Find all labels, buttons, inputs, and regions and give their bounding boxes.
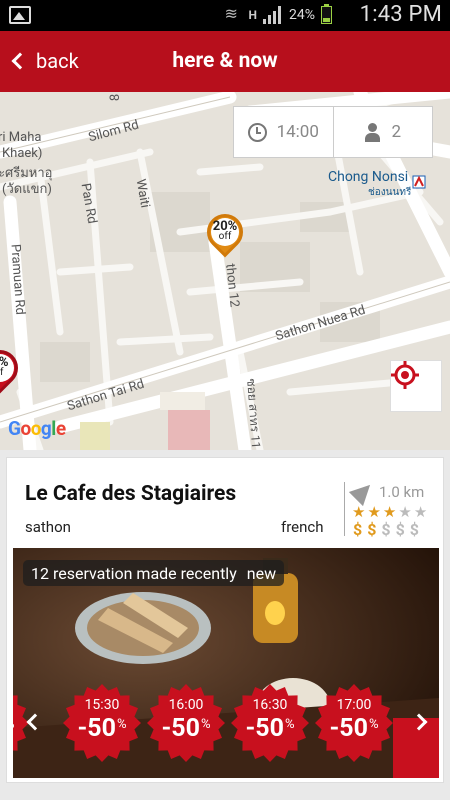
status-bar: H 24% 1:43 PM xyxy=(0,0,450,31)
slot-discount-value: -50 xyxy=(77,714,116,743)
star-filled-icon: ★ xyxy=(367,503,381,521)
time-selector[interactable]: 14:00 xyxy=(234,107,333,157)
reservation-filter: 14:00 2 xyxy=(233,106,433,158)
slot-discount-percent: % xyxy=(201,717,211,732)
gallery-icon xyxy=(9,6,31,24)
rating-stars: ★ ★ ★ ★ ★ xyxy=(352,505,427,520)
map-label-sri-maha-2: Khaek) xyxy=(2,146,43,161)
page-title: here & now xyxy=(172,49,278,73)
clock-icon xyxy=(247,122,267,142)
distance-info: 1.0 km xyxy=(348,477,425,507)
slot-time: 16:30 xyxy=(252,697,288,713)
mute-icon xyxy=(223,4,243,23)
restaurant-card[interactable]: Le Cafe des Stagiaires sathon french 1.0… xyxy=(6,457,444,783)
google-logo: Google xyxy=(8,417,66,440)
battery-percent: 24% xyxy=(289,7,315,23)
slot-discount: -50% xyxy=(231,714,309,743)
star-empty-icon: ★ xyxy=(413,503,428,521)
price-inactive-icon: $ xyxy=(381,520,391,539)
app-header: back here & now xyxy=(0,31,450,92)
slot-time: 17:00 xyxy=(336,697,372,713)
recent-reservations-badge: 12 reservation made recently new xyxy=(23,560,285,586)
price-inactive-icon: $ xyxy=(409,520,419,539)
party-size-selector[interactable]: 2 xyxy=(332,107,433,157)
my-location-button[interactable] xyxy=(390,360,442,412)
slot-time: 15:30 xyxy=(84,697,120,713)
chevron-right-icon xyxy=(410,713,428,731)
restaurant-photo[interactable]: 12 reservation made recently new 00-50%1… xyxy=(13,548,439,778)
map-view[interactable]: 8 Silom Rd ri Maha Khaek) ะศรีมหาอุ (วัด… xyxy=(0,92,450,450)
slot-discount-percent: % xyxy=(285,717,295,732)
slot-discount-value: -50 xyxy=(245,714,284,743)
map-label-chong-nonsi-th: ช่องนนทรี xyxy=(368,187,412,198)
star-filled-icon: ★ xyxy=(352,503,366,521)
slot-discount-value: -50 xyxy=(329,714,368,743)
time-value: 14:00 xyxy=(276,122,319,142)
restaurant-area: sathon xyxy=(25,518,71,536)
price-inactive-icon: $ xyxy=(395,520,405,539)
time-slot-badge[interactable]: 16:00 -50% xyxy=(147,684,225,762)
network-type: H xyxy=(248,7,257,22)
carousel-prev-button[interactable] xyxy=(23,710,44,736)
pin-off-label: off xyxy=(218,231,232,242)
party-size-value: 2 xyxy=(391,122,402,142)
time-slot-badge[interactable]: 16:30 -50% xyxy=(231,684,309,762)
slot-discount: -50% xyxy=(315,714,393,743)
carousel-next-button[interactable] xyxy=(410,710,431,736)
crosshair-icon xyxy=(391,361,419,389)
time-slot-badge[interactable]: 17:00 -50% xyxy=(315,684,393,762)
battery-icon xyxy=(321,4,332,24)
map-label-thai-2: (วัดแขก) xyxy=(2,182,52,197)
slot-discount-percent: % xyxy=(117,717,127,732)
distance-value: 1.0 km xyxy=(379,483,425,501)
new-badge: new xyxy=(246,563,277,583)
map-pin-discount[interactable]: 20% off xyxy=(199,206,251,258)
chevron-left-icon xyxy=(26,713,44,731)
restaurant-cuisine: french xyxy=(281,518,324,536)
divider xyxy=(344,482,345,536)
star-empty-icon: ★ xyxy=(398,503,412,521)
slot-discount: -50% xyxy=(147,714,225,743)
slot-discount: -50% xyxy=(63,714,141,743)
price-active-icon: $ xyxy=(367,520,377,539)
map-label-road8: 8 xyxy=(108,93,124,102)
slot-discount-percent: % xyxy=(369,717,379,732)
person-icon xyxy=(364,122,381,142)
price-active-icon: $ xyxy=(353,520,363,539)
slot-time: 16:00 xyxy=(168,697,204,713)
status-icons: H 24% xyxy=(223,4,332,26)
time-slot-badge[interactable]: 15:30 -50% xyxy=(63,684,141,762)
map-pin-discount-edge[interactable]: 0% ff xyxy=(0,342,26,394)
clock-time: 1:43 PM xyxy=(359,2,442,27)
restaurant-name: Le Cafe des Stagiaires xyxy=(25,482,237,506)
star-filled-icon: ★ xyxy=(382,503,397,521)
slot-discount-percent: % xyxy=(13,717,15,732)
navigation-arrow-icon xyxy=(348,477,378,507)
map-label-chong-nonsi: Chong Nonsi xyxy=(328,169,409,185)
price-level: $ $ $ $ $ xyxy=(353,520,419,539)
pin-off-label: ff xyxy=(0,367,4,378)
recent-text: 12 reservation made recently xyxy=(31,563,237,583)
signal-icon xyxy=(263,6,283,24)
map-label-sri-maha-1: ri Maha xyxy=(0,130,42,145)
slot-discount-value: -50 xyxy=(161,714,200,743)
